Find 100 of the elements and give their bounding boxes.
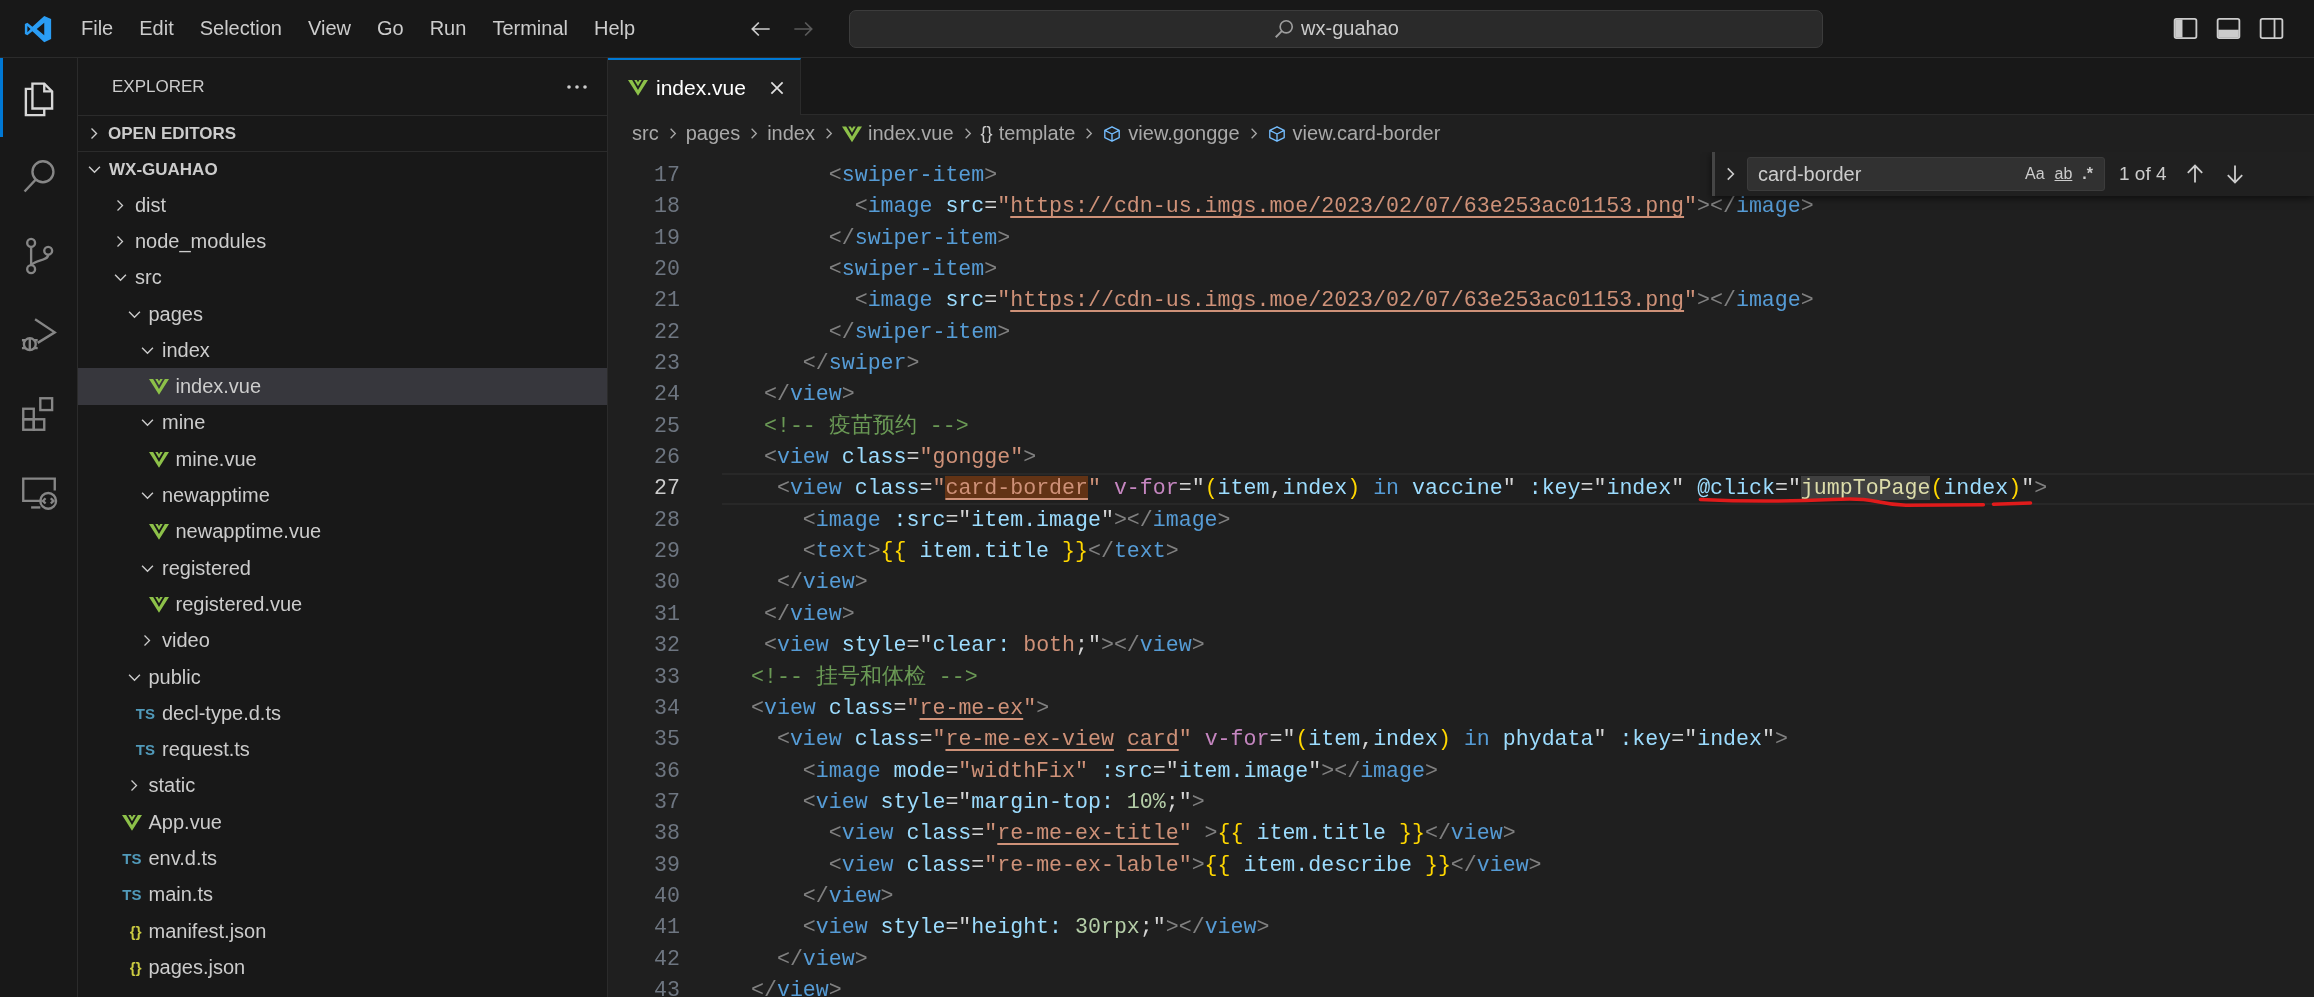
command-center[interactable]: wx-guahao [849, 9, 1823, 48]
tree-item[interactable]: TS main.ts [78, 876, 607, 913]
line-number: 22 [653, 318, 680, 346]
more-icon[interactable] [565, 82, 589, 91]
tree-item[interactable]: TS env.d.ts [78, 840, 607, 877]
chevron-icon [114, 273, 127, 283]
tree-item[interactable]: TS decl-type.d.ts [78, 695, 607, 732]
cube-icon [1266, 124, 1287, 143]
line-number: 31 [653, 600, 680, 628]
menu-item[interactable]: Edit [126, 17, 187, 40]
tree-item[interactable]: static [78, 767, 607, 805]
file-type-label: TS [135, 741, 155, 759]
code-line: </view> [801, 883, 894, 908]
vue-icon [121, 813, 142, 831]
code-line: <view style="clear: both;"></view> [762, 633, 1205, 658]
tree-item[interactable]: {} manifest.json [78, 912, 607, 950]
menu-item[interactable]: Selection [186, 17, 295, 40]
section-header[interactable]: WX-GUAHAO [78, 151, 607, 187]
code-line: </swiper> [801, 351, 920, 376]
tree-item[interactable]: {} pages.json [78, 949, 607, 986]
tree-item[interactable]: public [78, 658, 607, 696]
chevron-icon [127, 672, 141, 682]
tree-item[interactable]: dist [78, 187, 607, 224]
line-number: 19 [653, 224, 680, 252]
chevron-icon [127, 309, 141, 319]
tree-item[interactable]: TS request.ts [78, 731, 607, 768]
code-line: <swiper-item> [827, 257, 998, 282]
chevron-icon [141, 563, 154, 573]
tree-item[interactable]: node_modules [78, 223, 607, 260]
line-number: 26 [653, 444, 680, 472]
code-line: </swiper-item> [827, 225, 1011, 250]
code-line: <image src="https://cdn-us.imgs.moe/2023/02/07/63e253ac01153.png"></image> [853, 288, 1814, 313]
line-number: 43 [653, 976, 680, 997]
line-number: 40 [653, 882, 680, 910]
tree-item[interactable]: mine [78, 404, 607, 442]
code-line: <view style="margin-top: 10%;"> [801, 789, 1205, 814]
breadcrumb-item[interactable]: pages [685, 122, 741, 145]
breadcrumb-item[interactable]: index [767, 122, 815, 145]
line-number: 20 [653, 256, 680, 284]
chevron-icon [116, 234, 124, 248]
code-line: <view class="re-me-ex-view card" v-for="(item,index) in phydata" :key="index"> [775, 727, 1788, 752]
tree-item[interactable]: App.vue [78, 804, 607, 841]
file-type-label: {} [129, 958, 142, 976]
chevron-icon [90, 127, 98, 140]
menu-item[interactable]: File [68, 17, 127, 40]
line-number: 37 [653, 788, 680, 816]
menu-item[interactable]: Run [416, 17, 480, 40]
line-number: 17 [653, 162, 680, 189]
tree-item[interactable]: index [78, 332, 607, 369]
menu-item[interactable]: Help [580, 17, 649, 40]
match-count: 1 of 4 [2119, 163, 2167, 185]
editor-tab[interactable]: index.vue [608, 58, 801, 115]
tree-item[interactable]: newapptime [78, 477, 607, 514]
tree-item[interactable]: video [78, 622, 607, 659]
tree-item[interactable]: registered [78, 549, 607, 587]
app-logo-icon [23, 13, 53, 44]
breadcrumb-item[interactable]: view.card-border [1292, 122, 1441, 145]
line-number: 33 [653, 663, 680, 691]
code-line: <!-- 疫苗预约 --> [762, 413, 969, 438]
whole-word-button[interactable]: ab [2049, 163, 2078, 185]
find-input[interactable]: card-border Aa ab .* [1747, 157, 2105, 191]
vue-icon [148, 450, 169, 468]
tree-item[interactable]: registered.vue [78, 586, 607, 623]
tree-item[interactable]: mine.vue [78, 441, 607, 478]
search-icon [1273, 17, 1296, 40]
section-header[interactable]: OPEN EDITORS [78, 115, 607, 151]
file-type-label: {} [129, 922, 142, 940]
code-line: <view class="re-me-ex-lable">{{ item.describe }}</view> [827, 852, 1542, 877]
line-number: 18 [653, 193, 680, 221]
tree-item[interactable]: pages [78, 295, 607, 333]
regex-button[interactable]: .* [2077, 163, 2098, 185]
breadcrumb-item[interactable]: index.vue [868, 122, 954, 145]
code-line: <view class="gongge"> [762, 445, 1037, 470]
vue-icon [148, 378, 169, 396]
tree-item[interactable]: newapptime.vue [78, 513, 607, 550]
breadcrumb-item[interactable]: view.gongge [1128, 122, 1240, 145]
line-number: 36 [653, 757, 680, 785]
menu-item[interactable]: View [295, 17, 364, 40]
code-line: <view class="re-me-ex"> [751, 695, 1050, 720]
line-number: 39 [653, 851, 680, 879]
breadcrumb-item[interactable]: src [632, 122, 659, 145]
file-type-label: TS [122, 850, 142, 867]
line-number: 25 [653, 412, 680, 440]
vue-icon [842, 124, 862, 143]
code-line: <image mode="widthFix" :src="item.image"></image> [801, 758, 1438, 783]
code-line: <text>{{ item.title }}</text> [801, 539, 1179, 564]
breadcrumb-item[interactable]: template [998, 122, 1076, 145]
panel-title: EXPLORER [112, 76, 205, 97]
tree-item[interactable]: src [78, 259, 607, 296]
file-type-label: TS [135, 704, 155, 722]
tree-item[interactable]: index.vue [78, 368, 607, 405]
chevron-icon [116, 198, 124, 212]
code-line: </view> [775, 946, 868, 971]
code-line: </view> [762, 601, 855, 626]
menu-item[interactable]: Go [364, 17, 417, 40]
code-line: <view class="card-border" v-for="(item,index) in vaccine" :key="index" @click="jumpToPage(index)"> [775, 476, 2048, 501]
chevron-icon [141, 345, 154, 355]
match-case-button[interactable]: Aa [2019, 163, 2050, 185]
code-line: <swiper-item> [827, 163, 998, 187]
menu-item[interactable]: Terminal [479, 17, 581, 40]
